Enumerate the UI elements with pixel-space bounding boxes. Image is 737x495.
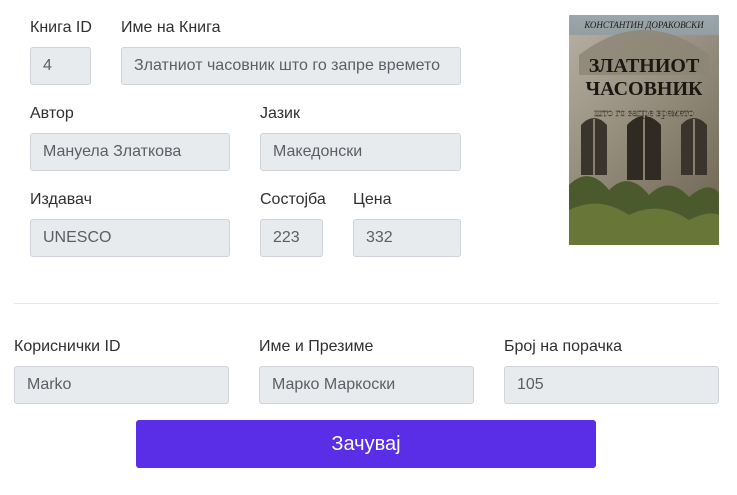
cover-title-line2: ЧАСОВНИК bbox=[585, 78, 703, 100]
language-label: Јазик bbox=[260, 105, 300, 122]
order-number-input[interactable] bbox=[504, 366, 719, 404]
order-number-label: Број на порачка bbox=[504, 338, 623, 355]
stock-label: Состојба bbox=[260, 191, 326, 208]
user-id-input[interactable] bbox=[14, 366, 229, 404]
book-cover-image: КОНСТАНТИН ДОРАКОВСКИ ЗЛАТНИОТ ЧАСОВНИК … bbox=[569, 15, 719, 245]
publisher-input[interactable] bbox=[30, 219, 230, 257]
save-button[interactable]: Зачувај bbox=[136, 420, 596, 468]
book-name-input[interactable] bbox=[121, 47, 461, 85]
publisher-label: Издавач bbox=[30, 191, 92, 208]
full-name-input[interactable] bbox=[259, 366, 474, 404]
cover-author-text: КОНСТАНТИН ДОРАКОВСКИ bbox=[583, 20, 704, 30]
stock-input[interactable] bbox=[260, 219, 323, 257]
author-input[interactable] bbox=[30, 133, 230, 171]
price-input[interactable] bbox=[353, 219, 461, 257]
cover-subtitle: што го запре времето bbox=[594, 107, 694, 119]
language-input[interactable] bbox=[260, 133, 461, 171]
cover-title-line1: ЗЛАТНИОТ bbox=[589, 55, 700, 77]
price-label: Цена bbox=[353, 191, 392, 208]
author-label: Автор bbox=[30, 105, 74, 122]
user-id-label: Кориснички ID bbox=[14, 338, 121, 355]
section-divider bbox=[14, 303, 719, 304]
book-id-label: Книга ID bbox=[30, 19, 92, 36]
full-name-label: Име и Презиме bbox=[259, 338, 374, 355]
book-cover-art: КОНСТАНТИН ДОРАКОВСКИ ЗЛАТНИОТ ЧАСОВНИК … bbox=[569, 15, 719, 245]
book-name-label: Име на Книга bbox=[121, 19, 221, 36]
book-id-input[interactable] bbox=[30, 47, 91, 85]
